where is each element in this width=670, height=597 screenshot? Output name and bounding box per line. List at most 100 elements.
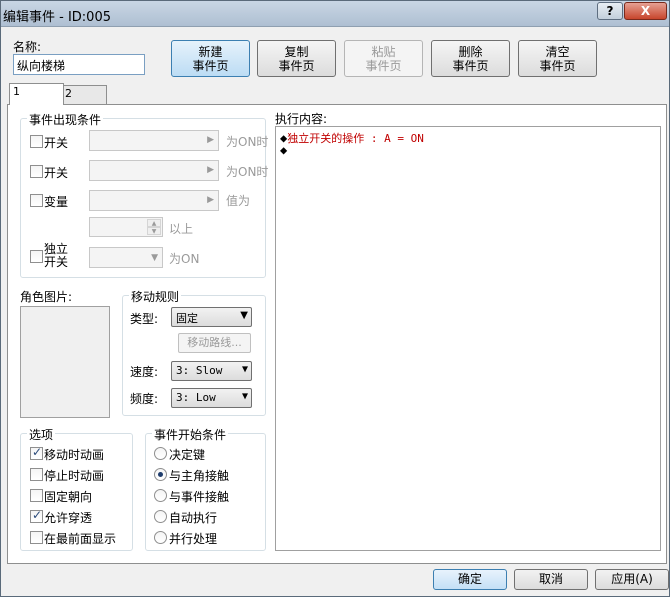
contents-label: 执行内容:	[275, 112, 328, 126]
switch1-suffix: 为ON时	[226, 135, 269, 149]
clear-page-button[interactable]: 清空 事件页	[518, 40, 597, 77]
help-button[interactable]: ?	[597, 2, 623, 20]
button-line1: 新建	[198, 45, 223, 59]
self-switch-line1: 独立	[44, 242, 69, 256]
self-switch-line2: 开关	[44, 255, 69, 269]
paste-page-button[interactable]: 粘贴 事件页	[344, 40, 423, 77]
tab-page-1[interactable]: 1	[9, 83, 64, 105]
movement-title: 移动规则	[129, 288, 182, 305]
title-bar[interactable]: 编辑事件 - ID:005 ? X	[1, 1, 669, 27]
always-on-top-label: 在最前面显示	[44, 532, 117, 546]
command-line[interactable]: ◆	[280, 143, 287, 157]
chevron-down-icon: ▼	[241, 391, 248, 402]
direction-fix-label: 固定朝向	[44, 490, 93, 504]
speed-value: 3: Slow	[176, 364, 223, 377]
action-button-label: 决定键	[169, 448, 206, 462]
variable-suffix: 值为	[226, 194, 251, 208]
event-touch-label: 与事件接触	[169, 490, 230, 504]
stepper-up-icon[interactable]: ▲	[147, 219, 161, 227]
button-line1: 删除	[458, 45, 483, 59]
edit-event-window: 编辑事件 - ID:005 ? X 名称: 纵向楼梯 新建 事件页 复制 事件页 粘贴事…	[0, 0, 670, 597]
parallel-label: 并行处理	[169, 532, 218, 546]
frequency-value: 3: Low	[176, 391, 216, 404]
autorun-radio[interactable]	[154, 510, 167, 523]
command-text: 独立开关的操作 : A = ON	[287, 132, 424, 145]
character-graphic[interactable]	[20, 306, 110, 418]
always-on-top-checkbox[interactable]	[30, 531, 43, 544]
button-line2: 事件页	[365, 59, 402, 73]
self-switch-label: 独立 开关	[44, 243, 68, 269]
chevron-down-icon: ▼	[241, 364, 248, 375]
speed-label: 速度:	[130, 365, 159, 379]
apply-button[interactable]: 应用(A)	[595, 569, 669, 590]
switch2-select[interactable]: ▶	[89, 160, 219, 181]
self-switch-checkbox[interactable]	[30, 250, 43, 263]
variable-checkbox[interactable]	[30, 194, 43, 207]
delete-page-button[interactable]: 删除 事件页	[431, 40, 510, 77]
copy-page-button[interactable]: 复制 事件页	[257, 40, 336, 77]
move-type-label: 类型:	[130, 312, 159, 326]
variable-value-stepper[interactable]: ▲ ▼	[89, 217, 163, 237]
tab-label: 2	[65, 87, 72, 100]
stepping-anim-checkbox[interactable]	[30, 468, 43, 481]
direction-fix-checkbox[interactable]	[30, 489, 43, 502]
ok-button[interactable]: 确定	[433, 569, 507, 590]
chevron-right-icon: ▶	[207, 195, 214, 205]
stepping-anim-label: 停止时动画	[44, 469, 105, 483]
cancel-button[interactable]: 取消	[514, 569, 588, 590]
new-page-button[interactable]: 新建 事件页	[171, 40, 250, 77]
button-line2: 事件页	[452, 59, 489, 73]
graphic-label: 角色图片:	[20, 290, 73, 304]
switch1-checkbox[interactable]	[30, 135, 43, 148]
move-route-button[interactable]: 移动路线...	[178, 333, 251, 353]
button-line1: 清空	[545, 45, 570, 59]
event-touch-radio[interactable]	[154, 489, 167, 502]
frequency-label: 频度:	[130, 392, 159, 406]
button-line2: 事件页	[278, 59, 315, 73]
switch1-label: 开关	[44, 136, 69, 150]
speed-select[interactable]: 3: Slow ▼	[171, 361, 252, 381]
command-line[interactable]: ◆独立开关的操作 : A = ON	[280, 130, 424, 146]
variable-select[interactable]: ▶	[89, 190, 219, 211]
move-type-value: 固定	[176, 312, 198, 325]
event-command-list[interactable]: ◆独立开关的操作 : A = ON ◆	[275, 126, 661, 551]
options-title: 选项	[27, 426, 56, 443]
button-line2: 事件页	[192, 59, 229, 73]
frequency-select[interactable]: 3: Low ▼	[171, 388, 252, 408]
window-title: 编辑事件 - ID:005	[3, 10, 111, 25]
button-line2: 事件页	[539, 59, 576, 73]
switch2-label: 开关	[44, 166, 69, 180]
through-checkbox[interactable]	[30, 508, 43, 523]
move-type-select[interactable]: 固定 ▼	[171, 307, 252, 327]
switch2-checkbox[interactable]	[30, 165, 43, 178]
self-switch-select[interactable]: ▼	[89, 247, 163, 268]
name-label: 名称:	[13, 40, 42, 54]
self-switch-suffix: 为ON	[169, 252, 200, 266]
tab-page-2[interactable]: 2	[61, 85, 107, 105]
button-line1: 粘贴	[371, 45, 396, 59]
name-input[interactable]: 纵向楼梯	[13, 54, 145, 75]
player-touch-label: 与主角接触	[169, 469, 230, 483]
autorun-label: 自动执行	[169, 511, 218, 525]
diamond-icon: ◆	[280, 143, 288, 157]
trigger-title: 事件开始条件	[152, 426, 229, 443]
variable-label: 变量	[44, 195, 69, 209]
conditions-title: 事件出现条件	[27, 111, 104, 128]
chevron-down-icon: ▼	[151, 253, 158, 263]
action-button-radio[interactable]	[154, 447, 167, 460]
walking-anim-label: 移动时动画	[44, 448, 105, 462]
chevron-right-icon: ▶	[207, 135, 214, 145]
stepper-down-icon[interactable]: ▼	[147, 227, 161, 235]
tab-label: 1	[13, 85, 20, 98]
close-button[interactable]: X	[624, 2, 667, 20]
above-label: 以上	[169, 222, 194, 236]
chevron-right-icon: ▶	[207, 165, 214, 175]
parallel-radio[interactable]	[154, 531, 167, 544]
through-label: 允许穿透	[44, 511, 93, 525]
switch2-suffix: 为ON时	[226, 165, 269, 179]
player-touch-radio[interactable]	[154, 468, 167, 481]
chevron-down-icon: ▼	[240, 310, 248, 321]
switch1-select[interactable]: ▶	[89, 130, 219, 151]
button-line1: 复制	[284, 45, 309, 59]
walking-anim-checkbox[interactable]	[30, 445, 43, 460]
